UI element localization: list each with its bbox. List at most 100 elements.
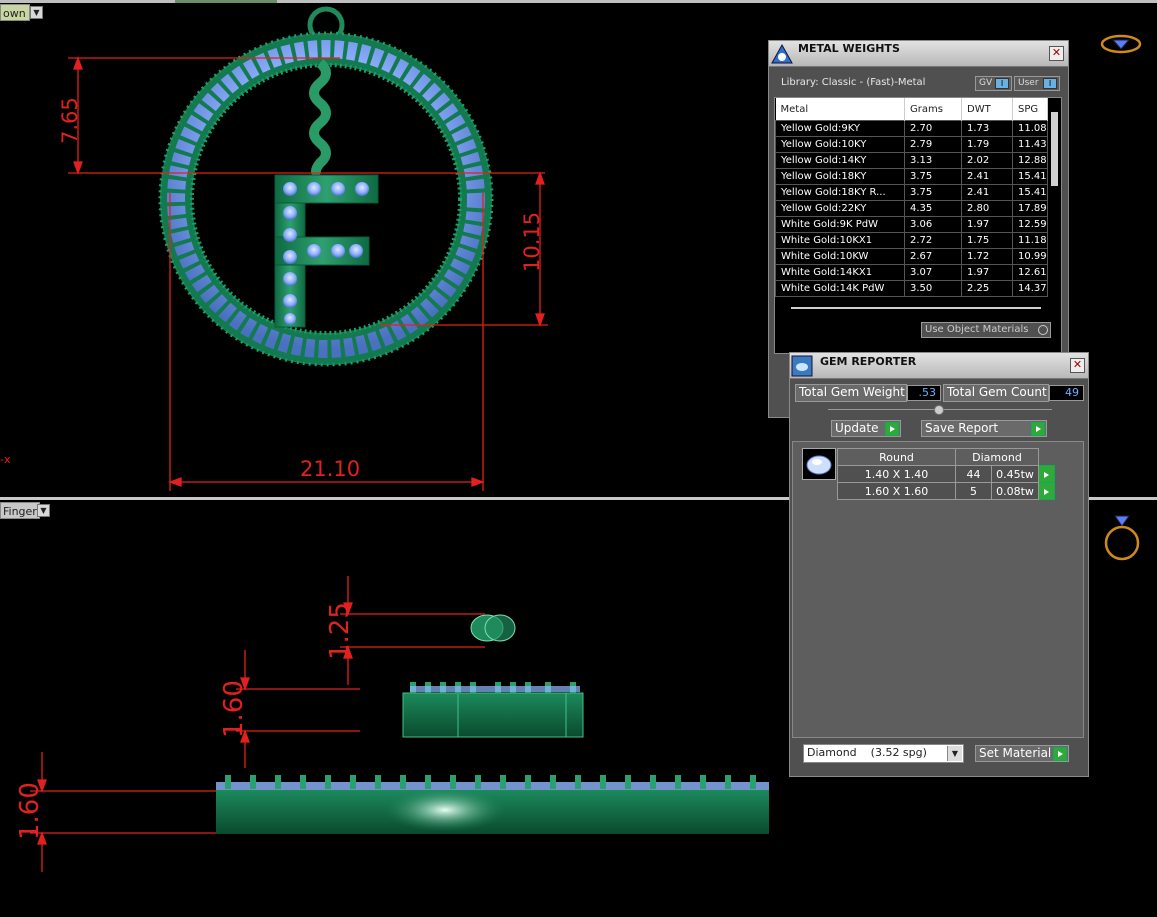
metal-table-cell: 2.41 xyxy=(961,184,1013,201)
gem-table-cell: 44 xyxy=(955,465,992,483)
metal-table-cell: 2.02 xyxy=(961,152,1013,169)
metal-table-cell: 12.88 xyxy=(1012,152,1048,169)
metal-table-header[interactable]: Metal xyxy=(775,98,905,121)
metal-table-cell: 3.13 xyxy=(904,152,962,169)
dimension-slab-thickness: 1.60 xyxy=(15,782,45,840)
metal-table-cell: 3.75 xyxy=(904,184,962,201)
set-material-button[interactable]: Set Material xyxy=(975,745,1069,762)
dimension-bail-thickness: 1.25 xyxy=(325,602,355,660)
metal-table-vscroll[interactable] xyxy=(1051,112,1058,186)
metal-table-cell: White Gold:10KW xyxy=(775,248,905,265)
user-toggle[interactable]: User I xyxy=(1014,76,1060,91)
gem-table-row[interactable]: 1.60 X 1.60 5 0.08tw xyxy=(837,482,1055,500)
metal-table-row[interactable]: Yellow Gold:18KY R... 3.75 2.41 15.41 xyxy=(775,184,1048,201)
gem-table-cell: 5 xyxy=(955,482,992,500)
metal-table-row[interactable]: Yellow Gold:18KY 3.75 2.41 15.41 xyxy=(775,168,1048,185)
metal-table-header[interactable]: DWT xyxy=(961,98,1013,121)
metal-table-cell: 12.59 xyxy=(1012,216,1048,233)
metal-table-cell: 14.37 xyxy=(1012,280,1048,297)
metal-table-cell: 15.41 xyxy=(1012,168,1048,185)
use-object-materials-toggle[interactable]: Use Object Materials xyxy=(921,322,1051,338)
gem-table-row[interactable]: 1.40 X 1.40 44 0.45tw xyxy=(837,465,1055,483)
metal-table-cell: 3.07 xyxy=(904,264,962,281)
metal-weights-title: METAL WEIGHTS xyxy=(798,42,900,55)
metal-table-row[interactable]: White Gold:14KX1 3.07 1.97 12.61 xyxy=(775,264,1048,281)
gem-list-area: Round Diamond 1.40 X 1.40 44 0.45tw 1.60 X … xyxy=(792,441,1084,738)
metal-table-cell: White Gold:14KX1 xyxy=(775,264,905,281)
metal-weights-titlebar[interactable]: METAL WEIGHTS ✕ xyxy=(769,41,1068,67)
metal-table-cell: Yellow Gold:9KY xyxy=(775,120,905,137)
save-report-button[interactable]: Save Report xyxy=(921,420,1047,437)
metal-table-row[interactable]: Yellow Gold:22KY 4.35 2.80 17.89 xyxy=(775,200,1048,217)
save-report-play-icon xyxy=(1031,422,1045,436)
slab-highlight xyxy=(385,788,505,832)
metal-table-row[interactable]: White Gold:10KW 2.67 1.72 10.99 xyxy=(775,248,1048,265)
metal-table-cell: 1.97 xyxy=(961,216,1013,233)
metal-table-hscroll[interactable] xyxy=(791,307,1041,309)
metal-table-cell: 2.72 xyxy=(904,232,962,249)
metal-table: Metal Grams DWT SPG Yellow Gold:9KY 2.70 1.73… xyxy=(775,98,1048,297)
dimension-width: 21.10 xyxy=(300,457,360,481)
metal-table-cell: 12.61 xyxy=(1012,264,1048,281)
metal-table-cell: 11.43 xyxy=(1012,136,1048,153)
total-gem-weight-label: Total Gem Weight xyxy=(795,384,907,402)
gv-toggle-label: GV xyxy=(979,78,993,88)
gem-table-cell: 0.08tw xyxy=(991,482,1039,500)
update-button[interactable]: Update xyxy=(831,420,901,437)
gem-table-cell: 0.45tw xyxy=(991,465,1039,483)
gem-thumbnail-icon[interactable] xyxy=(802,448,836,480)
letter-side-block xyxy=(402,692,584,738)
dimension-height-letter: 10.15 xyxy=(520,212,544,272)
metal-table-cell: Yellow Gold:18KY xyxy=(775,168,905,185)
metal-weights-app-icon xyxy=(771,43,793,64)
metal-table-cell: 3.75 xyxy=(904,168,962,185)
ring-side-icon[interactable] xyxy=(1102,510,1142,564)
material-select-value: Diamond (3.52 spg) xyxy=(807,746,927,759)
metal-table-row[interactable]: Yellow Gold:14KY 3.13 2.02 12.88 xyxy=(775,152,1048,169)
metal-table-cell: 1.72 xyxy=(961,248,1013,265)
metal-table-row[interactable]: White Gold:9K PdW 3.06 1.97 12.59 xyxy=(775,216,1048,233)
gem-header-shape: Round xyxy=(837,448,956,466)
collapse-toggle-icon[interactable] xyxy=(934,405,944,415)
top-dimension-text-layer: 7.65 10.15 21.10 xyxy=(58,97,544,481)
metal-table-header[interactable]: SPG xyxy=(1012,98,1048,121)
diamond-ring-top-icon[interactable] xyxy=(1100,32,1142,56)
metal-weights-close-icon[interactable]: ✕ xyxy=(1049,46,1064,61)
use-object-materials-radio-icon xyxy=(1038,325,1048,335)
gv-toggle[interactable]: GV I xyxy=(975,76,1012,91)
metal-table-cell: 1.97 xyxy=(961,264,1013,281)
gem-row-play-icon[interactable] xyxy=(1038,465,1055,483)
gem-row-play-icon[interactable] xyxy=(1038,482,1055,500)
metal-table-cell: 1.73 xyxy=(961,120,1013,137)
library-label: Library: Classic - (Fast)-Metal xyxy=(781,77,926,88)
set-material-play-icon xyxy=(1053,747,1067,761)
metal-table-cell: 11.08 xyxy=(1012,120,1048,137)
metal-table-cell: 2.70 xyxy=(904,120,962,137)
metal-table-row[interactable]: White Gold:10KX1 2.72 1.75 11.18 xyxy=(775,232,1048,249)
metal-table-cell: 2.25 xyxy=(961,280,1013,297)
metal-table-row[interactable]: Yellow Gold:10KY 2.79 1.79 11.43 xyxy=(775,136,1048,153)
metal-table-cell: Yellow Gold:18KY R... xyxy=(775,184,905,201)
metal-table-container: Metal Grams DWT SPG Yellow Gold:9KY 2.70 1.73… xyxy=(774,97,1062,354)
update-button-label: Update xyxy=(835,421,879,435)
gem-reporter-close-icon[interactable]: ✕ xyxy=(1070,358,1085,373)
material-select[interactable]: Diamond (3.52 spg) ▼ xyxy=(803,744,964,763)
metal-table-cell: 2.80 xyxy=(961,200,1013,217)
metal-table-header[interactable]: Grams xyxy=(904,98,962,121)
gem-reporter-panel: GEM REPORTER ✕ Total Gem Weight .53 Tota… xyxy=(789,352,1089,777)
metal-table-row[interactable]: Yellow Gold:9KY 2.70 1.73 11.08 xyxy=(775,120,1048,137)
metal-table-row[interactable]: White Gold:14K PdW 3.50 2.25 14.37 xyxy=(775,280,1048,297)
use-object-materials-label: Use Object Materials xyxy=(925,324,1029,335)
gem-reporter-titlebar[interactable]: GEM REPORTER ✕ xyxy=(790,353,1088,379)
gem-table: Round Diamond 1.40 X 1.40 44 0.45tw 1.60 X … xyxy=(837,448,1055,500)
metal-table-cell: 11.18 xyxy=(1012,232,1048,249)
metal-table-cell: White Gold:9K PdW xyxy=(775,216,905,233)
metal-table-cell: 17.89 xyxy=(1012,200,1048,217)
metal-table-cell: 4.35 xyxy=(904,200,962,217)
metal-table-cell: White Gold:14K PdW xyxy=(775,280,905,297)
metal-table-cell: 3.06 xyxy=(904,216,962,233)
metal-table-cell: Yellow Gold:22KY xyxy=(775,200,905,217)
total-gem-count-label: Total Gem Count xyxy=(943,384,1049,402)
update-play-icon xyxy=(885,422,899,436)
metal-table-cell: 10.99 xyxy=(1012,248,1048,265)
